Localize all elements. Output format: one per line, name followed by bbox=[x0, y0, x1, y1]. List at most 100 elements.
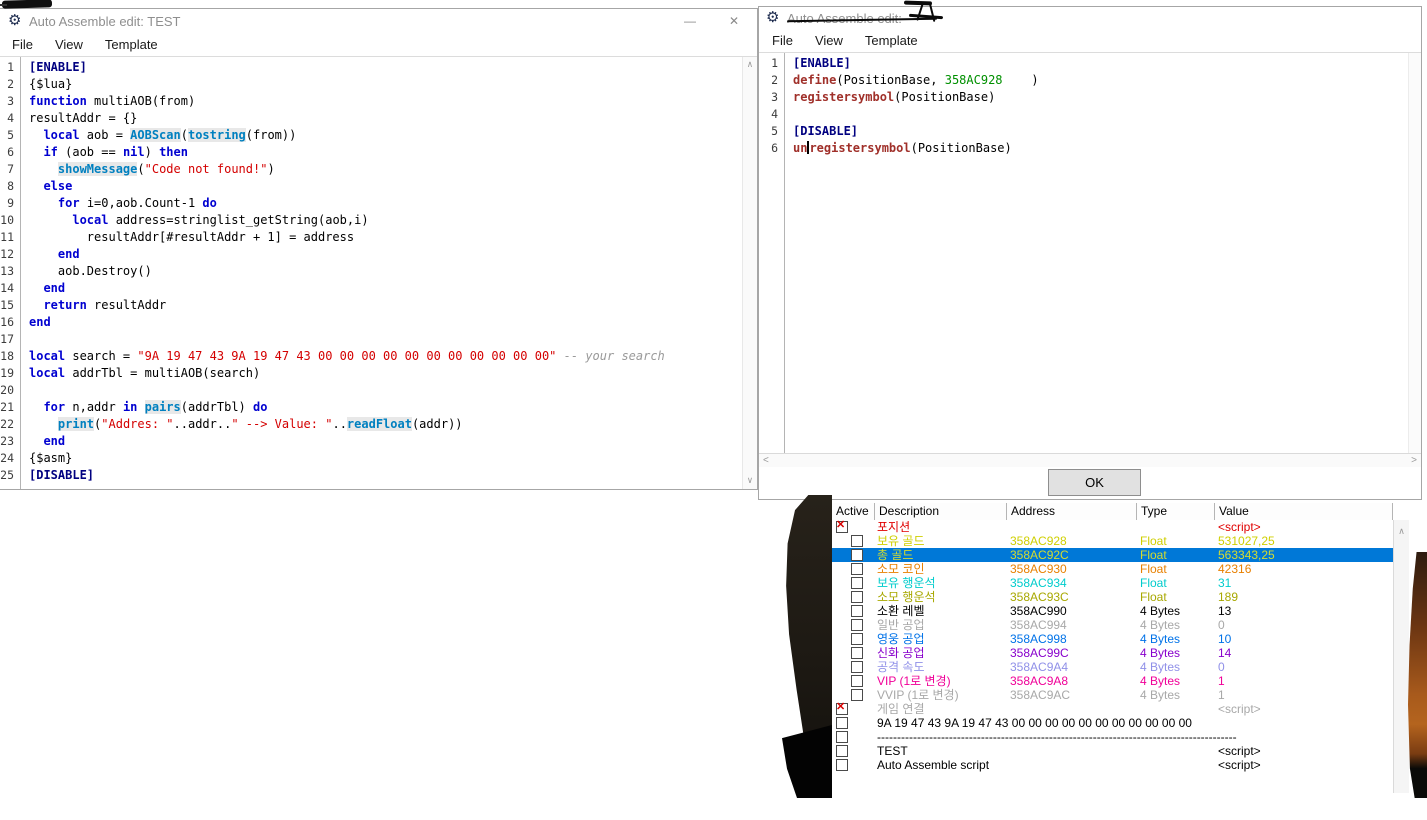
active-checkbox[interactable] bbox=[851, 577, 863, 589]
close-button[interactable]: ✕ bbox=[725, 13, 743, 29]
cell-type: 4 Bytes bbox=[1137, 688, 1215, 702]
line-number: 22 bbox=[0, 416, 20, 433]
scroll-right-icon[interactable]: > bbox=[1411, 455, 1417, 466]
cheat-engine-gear-icon: ⚙ bbox=[8, 12, 21, 30]
table-row[interactable]: 총 골드358AC92CFloat563343,25 bbox=[832, 548, 1393, 562]
active-checkbox[interactable] bbox=[851, 605, 863, 617]
auto-assemble-edit-window-test: ⚙ Auto Assemble edit: TEST — ✕ FileViewT… bbox=[0, 8, 758, 490]
active-checkbox[interactable] bbox=[836, 759, 848, 771]
table-row[interactable]: 공격 속도358AC9A44 Bytes0 bbox=[832, 660, 1393, 674]
active-checkbox[interactable] bbox=[851, 591, 863, 603]
code-line: local search = "9A 19 47 43 9A 19 47 43 … bbox=[29, 348, 742, 365]
column-header-value[interactable]: Value bbox=[1215, 503, 1393, 520]
cell-address: 358AC9AC bbox=[1007, 688, 1137, 702]
code-editor[interactable]: 1234567891011121314151617181920212223242… bbox=[0, 57, 757, 489]
table-row[interactable]: ✕포지션<script> bbox=[832, 520, 1393, 534]
line-number: 20 bbox=[0, 382, 20, 399]
code-line bbox=[793, 106, 1406, 123]
scroll-up-icon[interactable]: ∧ bbox=[1394, 526, 1409, 537]
menu-bar: FileViewTemplate bbox=[0, 33, 757, 57]
line-number: 10 bbox=[0, 212, 20, 229]
menu-item-file[interactable]: File bbox=[761, 29, 804, 53]
menu-item-file[interactable]: File bbox=[1, 33, 44, 57]
table-row[interactable]: Auto Assemble script<script> bbox=[832, 758, 1393, 772]
minimize-button[interactable]: — bbox=[681, 13, 699, 29]
cheat-engine-gear-icon: ⚙ bbox=[766, 9, 779, 27]
active-checkbox[interactable]: ✕ bbox=[836, 521, 848, 533]
column-header-address[interactable]: Address bbox=[1007, 503, 1137, 520]
active-checkbox[interactable] bbox=[851, 563, 863, 575]
table-row[interactable]: 영웅 공업358AC9984 Bytes10 bbox=[832, 632, 1393, 646]
cell-description: 신화 공업 bbox=[875, 646, 1007, 660]
scroll-up-icon[interactable]: ∧ bbox=[743, 60, 757, 70]
table-row[interactable]: VVIP (1로 변경)358AC9AC4 Bytes1 bbox=[832, 688, 1393, 702]
menu-item-template[interactable]: Template bbox=[94, 33, 169, 57]
line-number: 4 bbox=[759, 106, 784, 123]
code-line bbox=[29, 382, 742, 399]
code-lines: [ENABLE]define(PositionBase, 358AC928 )r… bbox=[786, 53, 1406, 453]
active-checkbox[interactable] bbox=[836, 745, 848, 757]
table-row[interactable]: 일반 공업358AC9944 Bytes0 bbox=[832, 618, 1393, 632]
table-row[interactable]: ----------------------------------------… bbox=[832, 730, 1393, 744]
line-number: 12 bbox=[0, 246, 20, 263]
active-checkbox[interactable] bbox=[836, 731, 848, 743]
cell-value: 1 bbox=[1215, 674, 1393, 688]
active-checkbox[interactable] bbox=[851, 549, 863, 561]
window-title: Auto Assemble edit: TEST bbox=[29, 14, 181, 29]
active-checkbox[interactable] bbox=[851, 689, 863, 701]
active-checkbox[interactable] bbox=[851, 619, 863, 631]
table-row[interactable]: 신화 공업358AC99C4 Bytes14 bbox=[832, 646, 1393, 660]
cell-type bbox=[1137, 758, 1215, 772]
column-header-description[interactable]: Description bbox=[875, 503, 1007, 520]
code-line: function multiAOB(from) bbox=[29, 93, 742, 110]
table-row[interactable]: 보유 골드358AC928Float531027,25 bbox=[832, 534, 1393, 548]
cell-type: Float bbox=[1137, 590, 1215, 604]
code-editor[interactable]: 123456 [ENABLE]define(PositionBase, 358A… bbox=[759, 53, 1421, 453]
code-line: end bbox=[29, 280, 742, 297]
table-row[interactable]: TEST<script> bbox=[832, 744, 1393, 758]
column-header-type[interactable]: Type bbox=[1137, 503, 1215, 520]
table-row[interactable]: ✕게임 연결<script> bbox=[832, 702, 1393, 716]
cell-type bbox=[1137, 702, 1215, 716]
menu-item-view[interactable]: View bbox=[44, 33, 94, 57]
scroll-left-icon[interactable]: < bbox=[763, 455, 769, 466]
horizontal-scrollbar[interactable]: < > bbox=[759, 453, 1421, 467]
table-row[interactable]: 소환 레벨358AC9904 Bytes13 bbox=[832, 604, 1393, 618]
active-checkbox[interactable] bbox=[851, 647, 863, 659]
cell-description: VVIP (1로 변경) bbox=[875, 688, 1007, 702]
line-number: 4 bbox=[0, 110, 20, 127]
column-header-active[interactable]: Active bbox=[832, 503, 875, 520]
cell-description: 9A 19 47 43 9A 19 47 43 00 00 00 00 00 0… bbox=[875, 716, 1393, 730]
code-line: local aob = AOBScan(tostring(from)) bbox=[29, 127, 742, 144]
table-row[interactable]: VIP (1로 변경)358AC9A84 Bytes1 bbox=[832, 674, 1393, 688]
line-number: 1 bbox=[759, 55, 784, 72]
cell-address bbox=[1007, 520, 1137, 534]
active-checkbox[interactable]: ✕ bbox=[836, 703, 848, 715]
active-checkbox[interactable] bbox=[851, 661, 863, 673]
active-checkbox[interactable] bbox=[851, 633, 863, 645]
table-row[interactable]: 보유 행운석358AC934Float31 bbox=[832, 576, 1393, 590]
active-checkbox[interactable] bbox=[851, 675, 863, 687]
vertical-scrollbar[interactable] bbox=[1408, 53, 1421, 453]
cell-value: 14 bbox=[1215, 646, 1393, 660]
cell-address bbox=[1007, 744, 1137, 758]
active-checkbox[interactable] bbox=[851, 535, 863, 547]
active-checkbox[interactable] bbox=[836, 717, 848, 729]
cell-address: 358AC93C bbox=[1007, 590, 1137, 604]
table-row[interactable]: 9A 19 47 43 9A 19 47 43 00 00 00 00 00 0… bbox=[832, 716, 1393, 730]
cell-address: 358AC998 bbox=[1007, 632, 1137, 646]
scroll-down-icon[interactable]: ∨ bbox=[743, 476, 757, 486]
table-vertical-scrollbar[interactable]: ∧ bbox=[1393, 520, 1409, 793]
menu-item-view[interactable]: View bbox=[804, 29, 854, 53]
menu-item-template[interactable]: Template bbox=[854, 29, 929, 53]
vertical-scrollbar[interactable]: ∧ ∨ bbox=[742, 57, 757, 489]
table-row[interactable]: 소모 행운석358AC93CFloat189 bbox=[832, 590, 1393, 604]
ok-button[interactable]: OK bbox=[1048, 469, 1141, 496]
titlebar[interactable]: ⚙ Auto Assemble edit: TEST — ✕ bbox=[0, 9, 757, 33]
titlebar[interactable]: ⚙ Auto Assemble edit: bbox=[759, 7, 1421, 29]
cell-address bbox=[1007, 702, 1137, 716]
cell-value: 1 bbox=[1215, 688, 1393, 702]
cell-type: Float bbox=[1137, 576, 1215, 590]
table-row[interactable]: 소모 코인358AC930Float42316 bbox=[832, 562, 1393, 576]
cell-type: 4 Bytes bbox=[1137, 660, 1215, 674]
